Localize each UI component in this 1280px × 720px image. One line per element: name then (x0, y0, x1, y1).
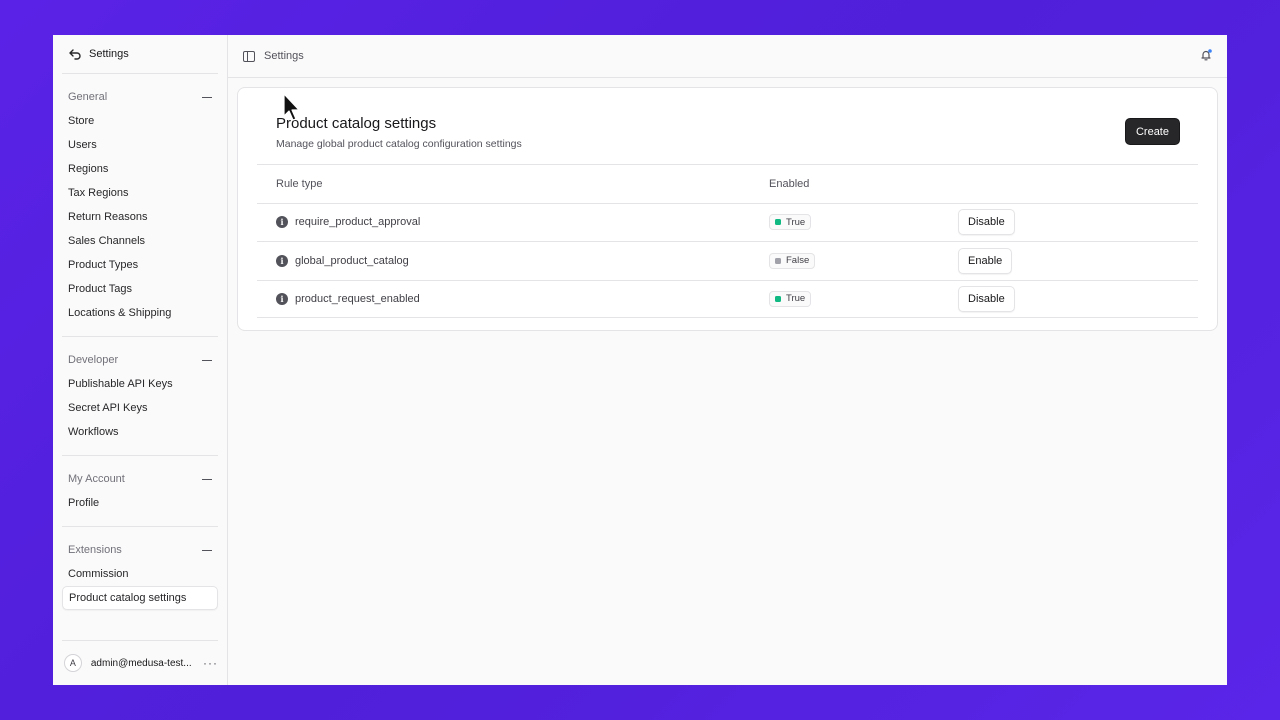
status-dot (775, 295, 781, 302)
app-window: Settings General Store Users Regions Tax… (53, 35, 1227, 685)
sidebar-item-users[interactable]: Users (62, 133, 218, 157)
section-header-my-account[interactable]: My Account (62, 467, 218, 491)
rule-name: global_product_catalog (295, 254, 409, 267)
table-header: Rule type Enabled (257, 164, 1198, 203)
create-button[interactable]: Create (1124, 118, 1180, 145)
bell-icon[interactable] (1199, 48, 1213, 62)
section-title: Developer (68, 354, 119, 366)
section-header-general[interactable]: General (62, 85, 218, 109)
page-title: Product catalog settings (276, 115, 437, 132)
sidebar-section-developer: Developer Publishable API Keys Secret AP… (62, 336, 218, 455)
sidebar: Settings General Store Users Regions Tax… (53, 35, 228, 685)
user-email: admin@medusa-test... (90, 657, 192, 669)
column-header-enabled: Enabled (769, 177, 810, 190)
status-label: True (786, 216, 806, 228)
rule-name: product_request_enabled (295, 292, 420, 305)
sidebar-title: Settings (89, 48, 129, 60)
collapse-icon (202, 359, 212, 361)
sidebar-item-workflows[interactable]: Workflows (62, 420, 218, 444)
collapse-icon (202, 96, 212, 98)
table-row: i require_product_approval True Disable (257, 202, 1198, 242)
rule-name: require_product_approval (295, 216, 421, 229)
section-title: General (68, 91, 108, 103)
sidebar-item-tax-regions[interactable]: Tax Regions (62, 181, 218, 205)
status-label: True (786, 293, 806, 305)
collapse-icon (202, 478, 212, 480)
table-row: i global_product_catalog False Enable (257, 241, 1198, 280)
sidebar-item-profile[interactable]: Profile (62, 491, 218, 515)
sidebar-toggle-icon[interactable] (243, 50, 255, 62)
collapse-icon (202, 549, 212, 551)
info-icon[interactable]: i (276, 216, 288, 229)
section-title: My Account (68, 473, 125, 485)
breadcrumb[interactable]: Settings (264, 50, 304, 62)
sidebar-section-extensions: Extensions Commission Product catalog se… (62, 526, 218, 621)
sidebar-item-sales-channels[interactable]: Sales Channels (62, 229, 218, 253)
sidebar-item-product-tags[interactable]: Product Tags (62, 277, 218, 301)
section-title: Extensions (68, 544, 122, 556)
rules-table: Rule type Enabled i require_product_appr… (257, 164, 1198, 318)
status-label: False (786, 255, 810, 267)
sidebar-item-secret-api-keys[interactable]: Secret API Keys (62, 396, 218, 420)
disable-button[interactable]: Disable (958, 209, 1015, 236)
sidebar-item-product-catalog-settings[interactable]: Product catalog settings (62, 586, 218, 610)
sidebar-item-commission[interactable]: Commission (62, 562, 218, 586)
status-badge: True (769, 214, 812, 231)
status-badge: True (769, 290, 812, 307)
sidebar-item-locations-shipping[interactable]: Locations & Shipping (62, 301, 218, 325)
page-subtitle: Manage global product catalog configurat… (276, 138, 522, 150)
disable-button[interactable]: Disable (958, 285, 1015, 312)
sidebar-section-my-account: My Account Profile (62, 455, 218, 526)
table-row: i product_request_enabled True Disable (257, 279, 1198, 318)
sidebar-item-publishable-api-keys[interactable]: Publishable API Keys (62, 372, 218, 396)
section-header-extensions[interactable]: Extensions (62, 538, 218, 562)
section-header-developer[interactable]: Developer (62, 348, 218, 372)
arrow-back-icon (69, 49, 81, 60)
status-badge: False (769, 252, 816, 269)
info-icon[interactable]: i (276, 292, 288, 305)
sidebar-item-return-reasons[interactable]: Return Reasons (62, 205, 218, 229)
sidebar-item-regions[interactable]: Regions (62, 157, 218, 181)
sidebar-item-product-types[interactable]: Product Types (62, 253, 218, 277)
sidebar-item-store[interactable]: Store (62, 109, 218, 133)
mouse-cursor-icon (283, 93, 300, 121)
avatar: A (64, 654, 82, 672)
product-catalog-card: Product catalog settings Manage global p… (237, 87, 1218, 331)
column-header-rule-type: Rule type (276, 177, 323, 190)
topbar: Settings (228, 35, 1227, 78)
more-icon[interactable]: ··· (203, 656, 218, 670)
user-menu[interactable]: A admin@medusa-test... ··· (62, 640, 218, 685)
info-icon[interactable]: i (276, 254, 288, 267)
sidebar-back-link[interactable]: Settings (53, 35, 227, 73)
status-dot (775, 257, 781, 264)
card-header: Product catalog settings Manage global p… (238, 88, 1217, 164)
main-content: Settings Product catalog settings Manage… (228, 35, 1227, 685)
enable-button[interactable]: Enable (958, 247, 1013, 274)
sidebar-section-general: General Store Users Regions Tax Regions … (62, 73, 218, 336)
status-dot (775, 219, 781, 226)
